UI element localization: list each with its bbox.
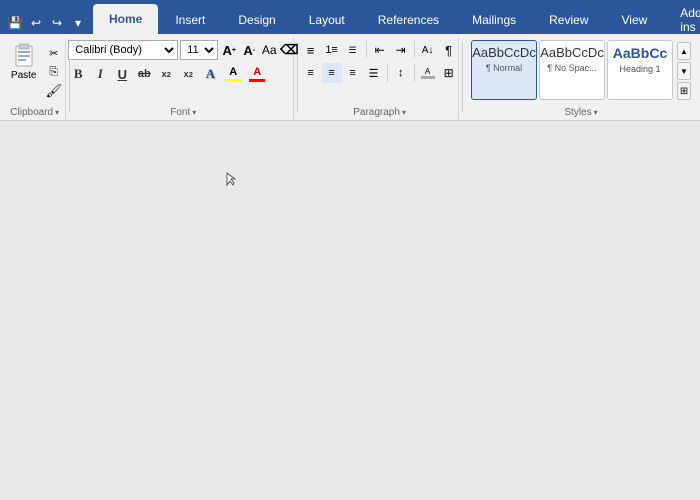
shrink-font-button[interactable]: A-	[240, 41, 258, 59]
styles-scroll-down-button[interactable]: ▼	[677, 62, 691, 80]
styles-more-button[interactable]: ⊞	[677, 82, 691, 100]
paragraph-row2: ≡ ≡ ≡ ☰ ↕ A ⊞	[301, 63, 459, 83]
tab-view[interactable]: View	[606, 6, 664, 34]
bullets-button[interactable]: ≡	[301, 40, 321, 60]
clipboard-group: Paste ✂ ⎘ 🖌 Clipboard ▾	[4, 38, 66, 120]
tab-layout[interactable]: Layout	[293, 6, 361, 34]
subscript-button[interactable]: x2	[156, 64, 176, 84]
highlight-color-bar	[225, 79, 241, 82]
styles-group-label: Styles ▾	[466, 105, 696, 120]
ribbon: Paste ✂ ⎘ 🖌 Clipboard ▾	[0, 34, 700, 121]
shading-color-bar	[421, 76, 435, 79]
styles-expand-icon[interactable]: ▾	[594, 108, 598, 117]
font-group: Calibri (Body) 11 A+ A- Aa ⌫ B I	[73, 38, 294, 120]
tab-insert[interactable]: Insert	[159, 6, 221, 34]
bold-button[interactable]: B	[68, 64, 88, 84]
font-group-label: Font ▾	[73, 105, 293, 120]
paragraph-expand-icon[interactable]: ▾	[402, 108, 406, 117]
style-heading1-preview: AaBbCc	[613, 45, 667, 62]
italic-button[interactable]: I	[90, 64, 110, 84]
borders-button[interactable]: ⊞	[439, 63, 459, 83]
para-divider-1	[366, 41, 367, 59]
line-spacing-button[interactable]: ↕	[391, 63, 411, 83]
tab-design[interactable]: Design	[222, 6, 291, 34]
undo-button[interactable]: ↩	[27, 14, 45, 32]
tab-review[interactable]: Review	[533, 6, 604, 34]
style-normal-name: ¶ Normal	[486, 63, 522, 73]
para-divider-4	[414, 64, 415, 82]
superscript-button[interactable]: x2	[178, 64, 198, 84]
clear-formatting-button[interactable]: ⌫	[280, 41, 298, 59]
font-name-select[interactable]: Calibri (Body)	[68, 40, 178, 60]
tab-home[interactable]: Home	[93, 4, 158, 34]
style-nospacing-name: ¶ No Spac...	[547, 63, 596, 73]
shading-button[interactable]: A	[418, 63, 438, 83]
highlight-color-button[interactable]: A	[222, 67, 244, 82]
font-size-select[interactable]: 11	[180, 40, 218, 60]
style-heading1[interactable]: AaBbCc Heading 1	[607, 40, 673, 100]
style-normal[interactable]: AaBbCcDc ¶ Normal	[471, 40, 537, 100]
clipboard-sub-buttons: ✂ ⎘ 🖌	[44, 44, 64, 100]
redo-button[interactable]: ↪	[48, 14, 66, 32]
save-button[interactable]: 💾	[6, 14, 24, 32]
grow-font-button[interactable]: A+	[220, 41, 238, 59]
font-color-button[interactable]: A	[246, 67, 268, 82]
strikethrough-button[interactable]: ab	[134, 64, 154, 84]
multilevel-list-button[interactable]: ☰	[343, 40, 363, 60]
ribbon-groups: Paste ✂ ⎘ 🖌 Clipboard ▾	[4, 38, 696, 120]
underline-button[interactable]: U	[112, 64, 132, 84]
numbering-button[interactable]: 1≡	[322, 40, 342, 60]
text-effects-button[interactable]: A	[200, 64, 220, 84]
cut-button[interactable]: ✂	[44, 44, 64, 62]
paste-icon	[10, 42, 38, 70]
align-center-button[interactable]: ≡	[322, 63, 342, 83]
para-divider-2	[414, 41, 415, 59]
styles-scroll-buttons: ▲ ▼ ⊞	[677, 42, 691, 100]
para-divider-3	[387, 64, 388, 82]
clipboard-expand-icon[interactable]: ▾	[55, 108, 59, 117]
justify-button[interactable]: ☰	[364, 63, 384, 83]
style-no-spacing[interactable]: AaBbCcDc ¶ No Spac...	[539, 40, 605, 100]
paste-label: Paste	[11, 70, 37, 81]
cursor-indicator	[225, 171, 227, 185]
main-content	[0, 121, 700, 500]
align-right-button[interactable]: ≡	[343, 63, 363, 83]
align-left-button[interactable]: ≡	[301, 63, 321, 83]
document-workspace	[20, 141, 680, 480]
style-normal-preview: AaBbCcDc	[472, 45, 536, 61]
tab-bar: 💾 ↩ ↪ ▾ Home Insert Design Layout Refere…	[0, 0, 700, 34]
customize-quick-access-button[interactable]: ▾	[69, 14, 87, 32]
style-heading1-name: Heading 1	[619, 64, 660, 74]
tab-references[interactable]: References	[362, 6, 455, 34]
divider-3	[462, 42, 463, 112]
font-expand-icon[interactable]: ▾	[192, 108, 196, 117]
paragraph-group: ≡ 1≡ ☰ ⇤ ⇥ A↓ ¶ ≡ ≡ ≡	[301, 38, 459, 120]
clipboard-group-label: Clipboard ▾	[4, 105, 65, 120]
sort-button[interactable]: A↓	[418, 40, 438, 60]
paragraph-group-label: Paragraph ▾	[301, 105, 458, 120]
styles-scroll-up-button[interactable]: ▲	[677, 42, 691, 60]
styles-group: AaBbCcDc ¶ Normal AaBbCcDc ¶ No Spac... …	[466, 38, 696, 120]
change-case-button[interactable]: Aa	[260, 41, 278, 59]
increase-indent-button[interactable]: ⇥	[391, 40, 411, 60]
paste-button[interactable]: Paste	[6, 40, 42, 83]
decrease-indent-button[interactable]: ⇤	[370, 40, 390, 60]
paragraph-row1: ≡ 1≡ ☰ ⇤ ⇥ A↓ ¶	[301, 40, 459, 60]
quick-access-toolbar: 💾 ↩ ↪ ▾	[0, 12, 93, 34]
font-color-bar	[249, 79, 265, 82]
tab-mailings[interactable]: Mailings	[456, 6, 532, 34]
copy-button[interactable]: ⎘	[44, 63, 64, 81]
format-painter-button[interactable]: 🖌	[44, 82, 64, 100]
tab-addins[interactable]: Add-ins	[664, 6, 700, 34]
style-nospacing-preview: AaBbCcDc	[540, 45, 604, 61]
show-marks-button[interactable]: ¶	[439, 40, 459, 60]
font-name-row: Calibri (Body) 11 A+ A- Aa ⌫	[68, 40, 298, 60]
font-format-row: B I U ab x2 x2 A A A	[68, 64, 268, 84]
